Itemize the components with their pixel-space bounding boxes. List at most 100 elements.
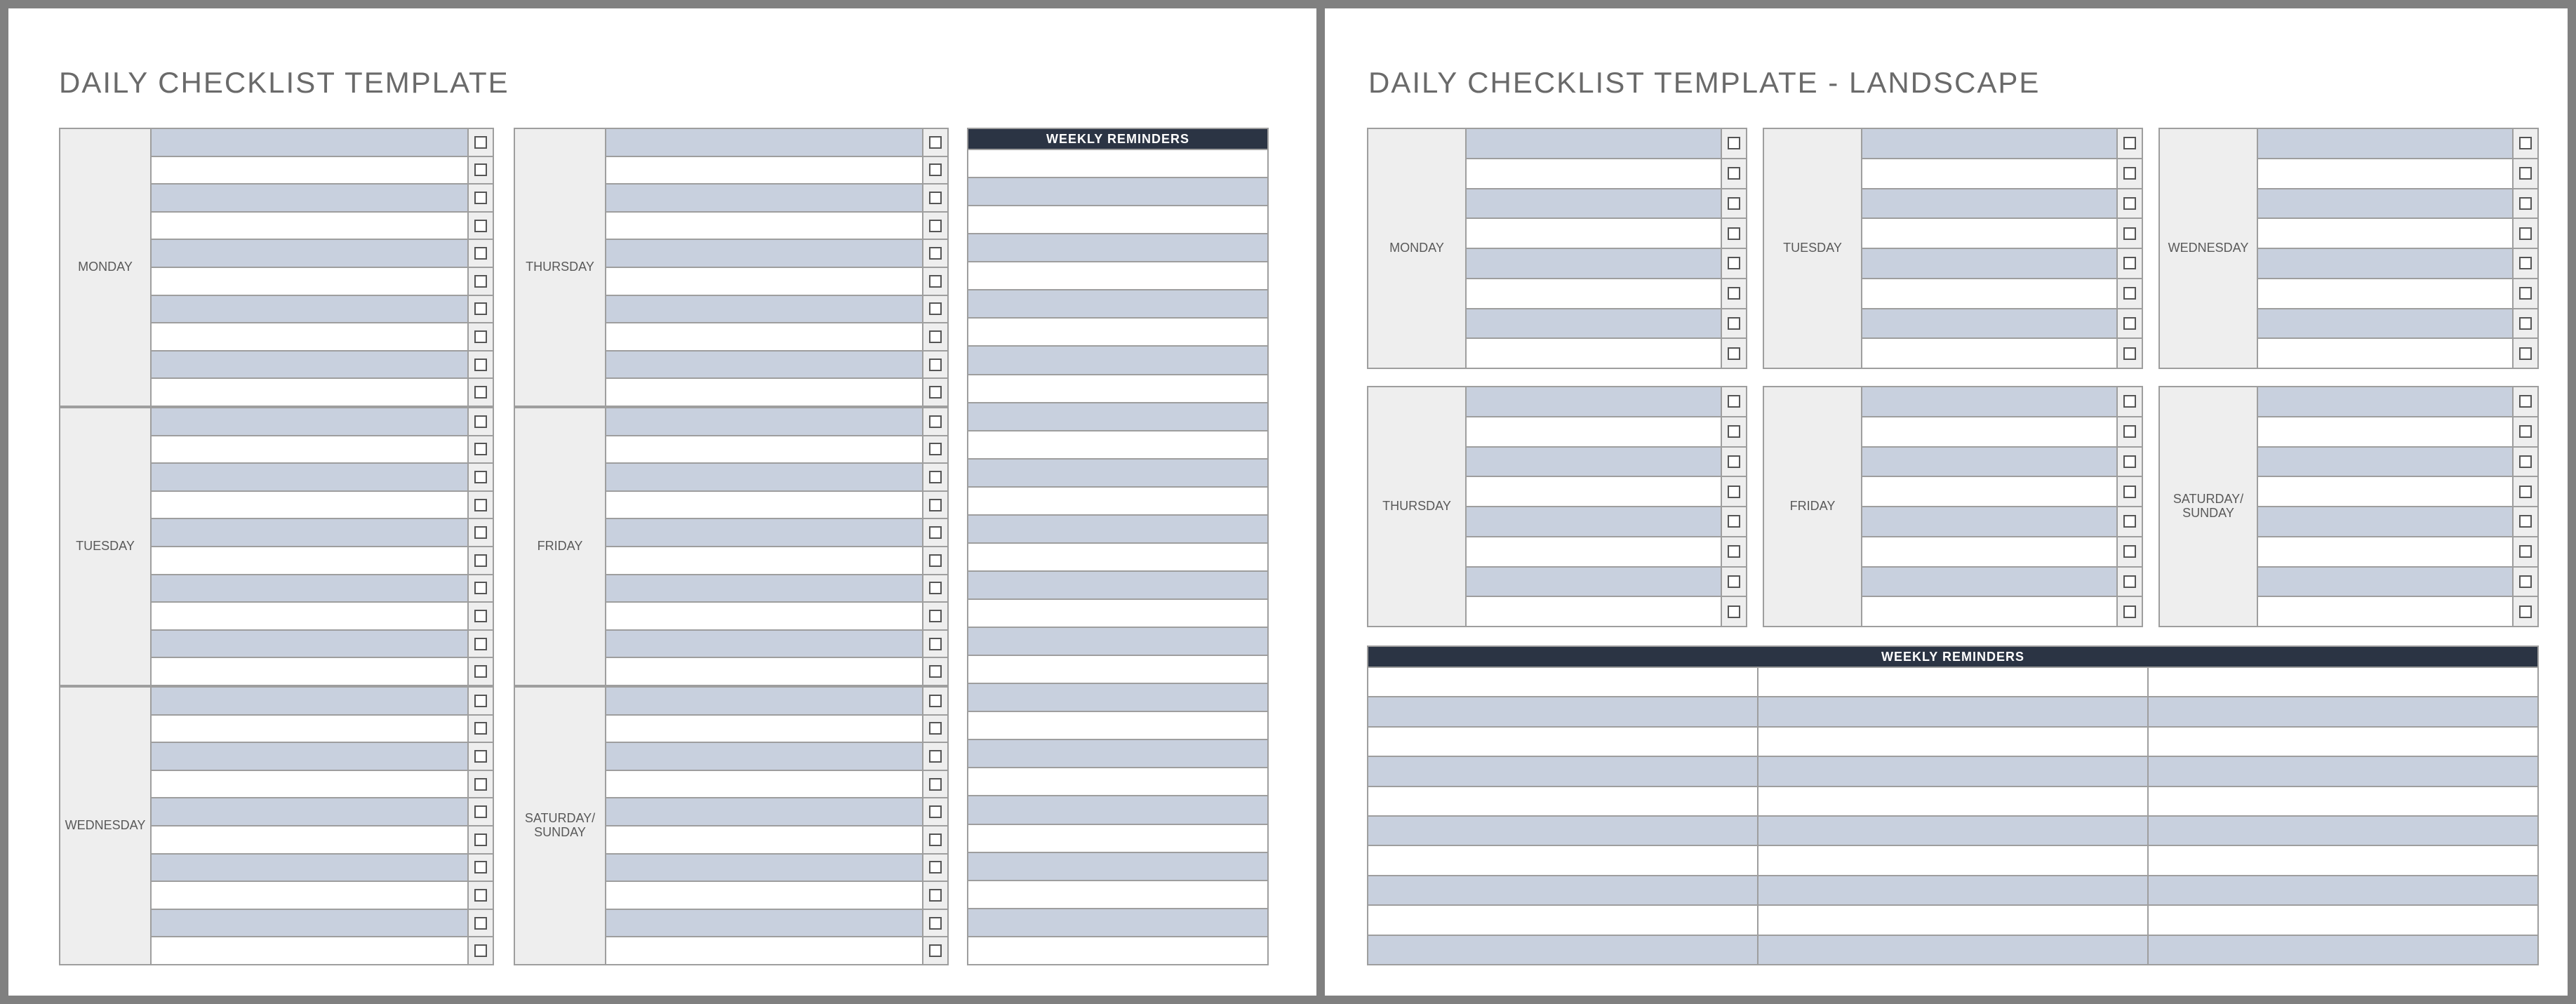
- reminder-row[interactable]: [968, 572, 1267, 600]
- reminder-row[interactable]: [968, 431, 1267, 460]
- checkbox-icon[interactable]: [2123, 545, 2136, 558]
- checkbox-icon[interactable]: [2519, 425, 2532, 438]
- checklist-row[interactable]: [1467, 249, 1746, 279]
- checklist-row[interactable]: [606, 492, 947, 520]
- checklist-row[interactable]: [606, 129, 947, 157]
- checklist-row[interactable]: [152, 436, 493, 464]
- checkbox-icon[interactable]: [1728, 425, 1740, 438]
- checkbox-icon[interactable]: [929, 415, 942, 428]
- checklist-row[interactable]: [152, 240, 493, 268]
- checklist-row[interactable]: [606, 464, 947, 492]
- checkbox-icon[interactable]: [2123, 425, 2136, 438]
- checklist-row[interactable]: [152, 743, 493, 771]
- reminder-row[interactable]: [1368, 787, 2537, 817]
- checklist-row[interactable]: [606, 268, 947, 296]
- checkbox-icon[interactable]: [929, 750, 942, 763]
- checklist-row[interactable]: [152, 268, 493, 296]
- checkbox-icon[interactable]: [2519, 575, 2532, 588]
- checklist-row[interactable]: [606, 798, 947, 826]
- checkbox-icon[interactable]: [929, 722, 942, 735]
- checkbox-icon[interactable]: [1728, 227, 1740, 240]
- checkbox-icon[interactable]: [2519, 227, 2532, 240]
- checklist-row[interactable]: [1467, 417, 1746, 448]
- checklist-row[interactable]: [606, 826, 947, 855]
- reminder-row[interactable]: [968, 768, 1267, 796]
- checkbox-icon[interactable]: [474, 136, 487, 149]
- checkbox-icon[interactable]: [929, 695, 942, 707]
- checkbox-icon[interactable]: [474, 415, 487, 428]
- checkbox-icon[interactable]: [474, 638, 487, 650]
- checklist-row[interactable]: [152, 213, 493, 241]
- checkbox-icon[interactable]: [929, 163, 942, 176]
- checkbox-icon[interactable]: [1728, 347, 1740, 360]
- checkbox-icon[interactable]: [929, 805, 942, 818]
- checkbox-icon[interactable]: [1728, 605, 1740, 618]
- reminder-row[interactable]: [968, 656, 1267, 684]
- checkbox-icon[interactable]: [474, 861, 487, 874]
- checkbox-icon[interactable]: [2519, 486, 2532, 498]
- reminder-row[interactable]: [1368, 936, 2537, 964]
- checklist-row[interactable]: [152, 352, 493, 380]
- checklist-row[interactable]: [2258, 309, 2537, 340]
- checkbox-icon[interactable]: [474, 386, 487, 399]
- checklist-row[interactable]: [152, 658, 493, 685]
- checklist-row[interactable]: [152, 716, 493, 744]
- checklist-row[interactable]: [606, 185, 947, 213]
- checklist-row[interactable]: [1862, 597, 2142, 626]
- checklist-row[interactable]: [1862, 537, 2142, 568]
- checklist-row[interactable]: [1862, 249, 2142, 279]
- checklist-row[interactable]: [1467, 448, 1746, 478]
- checkbox-icon[interactable]: [929, 247, 942, 260]
- checkbox-icon[interactable]: [474, 778, 487, 791]
- checklist-row[interactable]: [2258, 189, 2537, 220]
- reminder-row[interactable]: [968, 853, 1267, 881]
- checklist-row[interactable]: [1862, 159, 2142, 189]
- checklist-row[interactable]: [1862, 387, 2142, 417]
- checklist-row[interactable]: [1467, 597, 1746, 626]
- checklist-row[interactable]: [1467, 568, 1746, 598]
- reminder-row[interactable]: [968, 375, 1267, 403]
- checklist-row[interactable]: [2258, 507, 2537, 537]
- checklist-row[interactable]: [1467, 507, 1746, 537]
- checklist-row[interactable]: [1467, 477, 1746, 507]
- reminder-row[interactable]: [968, 600, 1267, 628]
- checkbox-icon[interactable]: [929, 665, 942, 678]
- checklist-row[interactable]: [1862, 568, 2142, 598]
- checklist-row[interactable]: [1467, 129, 1746, 159]
- checklist-row[interactable]: [606, 519, 947, 547]
- checklist-row[interactable]: [606, 771, 947, 799]
- checklist-row[interactable]: [2258, 387, 2537, 417]
- checkbox-icon[interactable]: [474, 944, 487, 957]
- checkbox-icon[interactable]: [2123, 137, 2136, 149]
- checklist-row[interactable]: [152, 826, 493, 855]
- reminder-row[interactable]: [968, 825, 1267, 853]
- checkbox-icon[interactable]: [929, 638, 942, 650]
- reminder-row[interactable]: [968, 740, 1267, 768]
- checklist-row[interactable]: [152, 492, 493, 520]
- checkbox-icon[interactable]: [1728, 575, 1740, 588]
- reminder-row[interactable]: [968, 796, 1267, 824]
- checklist-row[interactable]: [2258, 537, 2537, 568]
- checkbox-icon[interactable]: [2519, 395, 2532, 408]
- checkbox-icon[interactable]: [1728, 395, 1740, 408]
- checkbox-icon[interactable]: [474, 582, 487, 594]
- reminder-row[interactable]: [968, 178, 1267, 206]
- checklist-row[interactable]: [2258, 448, 2537, 478]
- checkbox-icon[interactable]: [2519, 257, 2532, 269]
- checkbox-icon[interactable]: [929, 889, 942, 902]
- checkbox-icon[interactable]: [929, 302, 942, 315]
- checklist-row[interactable]: [152, 882, 493, 910]
- checkbox-icon[interactable]: [929, 778, 942, 791]
- checklist-row[interactable]: [1467, 279, 1746, 309]
- checkbox-icon[interactable]: [929, 834, 942, 846]
- checkbox-icon[interactable]: [1728, 167, 1740, 180]
- checklist-row[interactable]: [606, 882, 947, 910]
- checklist-row[interactable]: [152, 379, 493, 406]
- checkbox-icon[interactable]: [474, 220, 487, 232]
- checklist-row[interactable]: [1862, 477, 2142, 507]
- reminder-row[interactable]: [968, 403, 1267, 431]
- checklist-row[interactable]: [152, 464, 493, 492]
- checkbox-icon[interactable]: [1728, 486, 1740, 498]
- reminder-row[interactable]: [1368, 876, 2537, 906]
- checklist-row[interactable]: [2258, 159, 2537, 189]
